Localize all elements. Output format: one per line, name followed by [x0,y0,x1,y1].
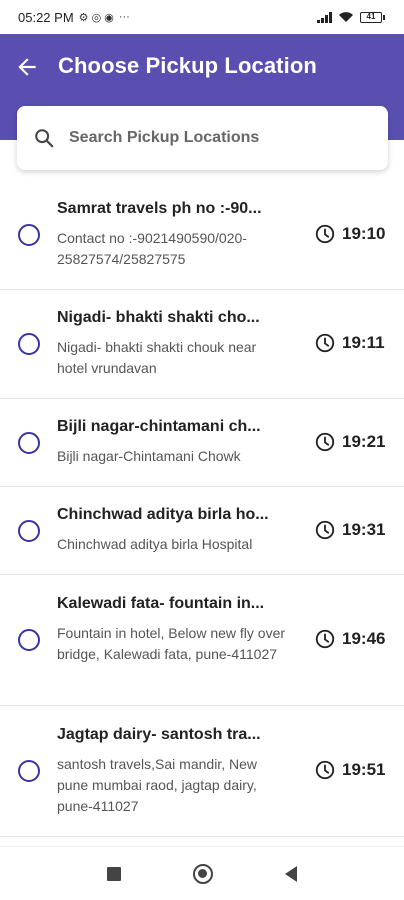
signal-icon [317,11,332,23]
wifi-icon [339,12,353,22]
location-time: 19:46 [342,629,386,648]
location-item[interactable]: Bijli nagar-chintamani ch... Bijli nagar… [0,399,404,487]
location-description: santosh travels,Sai mandir, New pune mum… [57,756,257,814]
location-time-group: 19:31 [314,519,385,541]
location-title: Chinchwad aditya birla ho... [57,506,269,523]
clock-icon [315,333,335,353]
location-description: Contact no :-9021490590/020-25827574/258… [57,230,247,267]
location-title: Samrat travels ph no :-90... [57,200,262,217]
location-time: 19:11 [342,333,385,352]
location-item[interactable]: Chinchwad aditya birla ho... Chinchwad a… [0,487,404,575]
location-time-group: 19:51 [314,759,385,781]
more-notifications-icon: ··· [118,11,130,23]
location-time: 19:21 [342,432,386,451]
system-back-button[interactable] [285,865,297,882]
clock-icon [315,760,335,780]
clock-icon [315,520,335,540]
status-left: 05:22 PM ⚙ ◎ ◉ ··· [18,10,130,25]
notification-icons: ⚙ ◎ ◉ [78,11,114,24]
location-time-group: 19:46 [314,628,385,650]
system-nav-bar [0,846,404,900]
location-title: Bijli nagar-chintamani ch... [57,418,261,435]
location-title: Nigadi- bhakti shakti cho... [57,309,260,326]
battery-icon: 41 [360,11,385,23]
location-item[interactable]: Kalewadi fata- fountain in... Fountain i… [0,575,404,706]
page-title: Choose Pickup Location [58,53,317,78]
location-time-group: 19:21 [314,431,385,453]
search-input[interactable] [69,129,349,147]
status-right: 41 [317,11,385,23]
location-description: Nigadi- bhakti shakti chouk near hotel v… [57,339,257,376]
home-button[interactable] [193,863,213,884]
arrow-left-icon[interactable] [14,54,40,80]
location-item[interactable]: Samrat travels ph no :-90... Contact no … [0,182,404,290]
radio-unselected-icon[interactable] [18,333,40,355]
location-time-group: 19:11 [314,332,385,354]
location-description: Bijli nagar-Chintamani Chowk [57,448,241,464]
search-box[interactable] [17,106,388,170]
location-time: 19:10 [342,224,386,243]
radio-unselected-icon[interactable] [18,629,40,651]
location-time: 19:51 [342,760,386,779]
radio-unselected-icon[interactable] [18,224,40,246]
location-description: Chinchwad aditya birla Hospital [57,536,253,552]
status-bar: 05:22 PM ⚙ ◎ ◉ ··· 41 [0,0,404,34]
radio-unselected-icon[interactable] [18,520,40,542]
location-description: Fountain in hotel, Below new fly over br… [57,625,286,662]
clock-icon [315,432,335,452]
clock-icon [315,224,335,244]
clock-icon [315,629,335,649]
search-icon [35,129,54,148]
location-item[interactable]: Nigadi- bhakti shakti cho... Nigadi- bha… [0,290,404,399]
radio-unselected-icon[interactable] [18,760,40,782]
recents-button[interactable] [107,866,121,881]
pickup-location-list: Samrat travels ph no :-90... Contact no … [0,182,404,837]
location-time-group: 19:10 [314,223,385,245]
location-item[interactable]: Jagtap dairy- santosh tra... santosh tra… [0,706,404,837]
radio-unselected-icon[interactable] [18,432,40,454]
location-time: 19:31 [342,520,386,539]
status-time: 05:22 PM [18,9,74,25]
location-title: Jagtap dairy- santosh tra... [57,726,261,743]
location-title: Kalewadi fata- fountain in... [57,595,265,612]
